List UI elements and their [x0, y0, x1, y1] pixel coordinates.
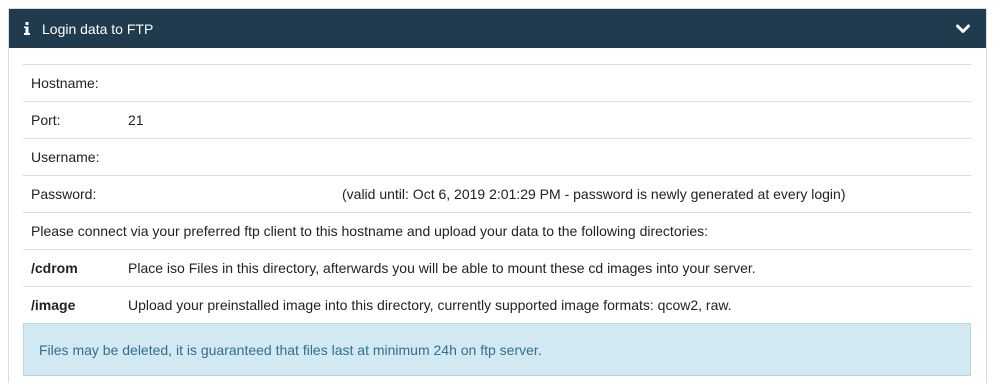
password-row: Password: (valid until: Oct 6, 2019 2:01… — [23, 175, 971, 213]
chevron-down-icon[interactable] — [956, 22, 970, 36]
username-row: Username: — [23, 138, 971, 176]
panel-header-left: Login data to FTP — [21, 21, 153, 37]
info-alert: Files may be deleted, it is guaranteed t… — [23, 323, 971, 376]
hostname-label: Hostname: — [23, 64, 120, 102]
cdrom-directory-description: Place iso Files in this directory, after… — [120, 249, 971, 287]
port-label: Port: — [23, 101, 120, 139]
password-label: Password: — [23, 175, 120, 213]
panel-body: Hostname: Port: 21 Username: Password: (… — [9, 48, 986, 376]
ftp-credentials-table: Hostname: Port: 21 Username: Password: (… — [23, 64, 971, 324]
image-row: /image Upload your preinstalled image in… — [23, 286, 971, 324]
username-value — [120, 138, 971, 176]
panel-title: Login data to FTP — [42, 20, 154, 37]
instructions-row: Please connect via your preferred ftp cl… — [23, 212, 971, 250]
password-value-cell: (valid until: Oct 6, 2019 2:01:29 PM - p… — [120, 175, 971, 213]
panel-header[interactable]: Login data to FTP — [9, 9, 986, 48]
hostname-value — [120, 64, 971, 102]
image-directory-description: Upload your preinstalled image into this… — [120, 286, 971, 324]
instructions-text: Please connect via your preferred ftp cl… — [23, 212, 971, 250]
port-row: Port: 21 — [23, 101, 971, 139]
image-directory-label: /image — [23, 286, 120, 324]
port-value: 21 — [120, 101, 971, 139]
cdrom-row: /cdrom Place iso Files in this directory… — [23, 249, 971, 287]
cdrom-directory-label: /cdrom — [23, 249, 120, 287]
hostname-row: Hostname: — [23, 64, 971, 102]
info-icon — [21, 21, 33, 37]
password-validity-note: (valid until: Oct 6, 2019 2:01:29 PM - p… — [342, 186, 846, 202]
ftp-login-panel: Login data to FTP Hostname: Port: 21 Use… — [8, 8, 987, 383]
alert-text: Files may be deleted, it is guaranteed t… — [39, 341, 542, 358]
username-label: Username: — [23, 138, 120, 176]
